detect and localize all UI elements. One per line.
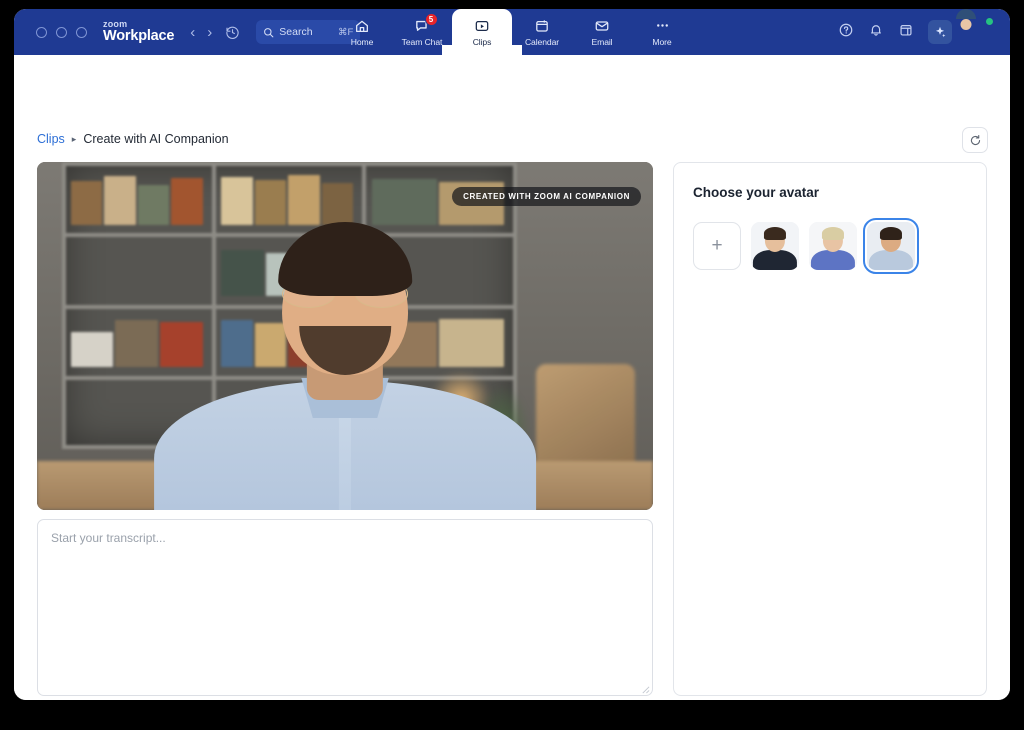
- calendar-icon: [534, 17, 550, 34]
- add-avatar-button[interactable]: +: [693, 222, 741, 270]
- page-title: Create with AI Companion: [83, 132, 228, 146]
- tab-team-chat-label: Team Chat: [402, 37, 443, 47]
- navigation-arrows: ‹ ›: [190, 25, 212, 40]
- tab-calendar-label: Calendar: [525, 37, 559, 47]
- avatar-video-preview[interactable]: CREATED WITH ZOOM AI COMPANION: [37, 162, 653, 510]
- avatar-person: [154, 204, 536, 510]
- avatar-option-3[interactable]: [867, 222, 915, 270]
- history-button[interactable]: [225, 25, 240, 40]
- history-clock-icon: [225, 25, 240, 40]
- window-traffic-lights[interactable]: [36, 27, 87, 38]
- avatar-panel-title: Choose your avatar: [693, 185, 967, 200]
- breadcrumb-separator: ▸: [72, 134, 77, 145]
- zoom-workplace-window: zoom Workplace ‹ › Search ⌘F: [14, 9, 1010, 700]
- tab-calendar[interactable]: Calendar: [512, 9, 572, 55]
- help-icon[interactable]: [838, 22, 854, 43]
- tab-email-label: Email: [592, 37, 613, 47]
- tab-more-label: More: [652, 37, 671, 47]
- status-badge: [985, 17, 994, 26]
- ellipsis-icon: [654, 17, 671, 34]
- breadcrumb: Clips ▸ Create with AI Companion: [37, 132, 229, 146]
- avatar-option-2[interactable]: [809, 222, 857, 270]
- transcript-input[interactable]: [37, 519, 653, 696]
- refresh-icon: [969, 134, 982, 147]
- app-brand: zoom Workplace: [103, 20, 174, 44]
- back-button[interactable]: ‹: [190, 25, 195, 40]
- tab-clips[interactable]: Clips: [452, 9, 512, 55]
- search-icon: [263, 27, 274, 38]
- tab-home[interactable]: Home: [332, 9, 392, 55]
- avatar-option-1[interactable]: [751, 222, 799, 270]
- search-placeholder: Search: [279, 26, 333, 38]
- maximize-window-button[interactable]: [76, 27, 87, 38]
- ai-companion-icon[interactable]: [928, 20, 952, 44]
- forward-button[interactable]: ›: [207, 25, 212, 40]
- clips-play-icon: [474, 17, 490, 34]
- envelope-icon: [594, 17, 610, 34]
- plus-icon: +: [711, 235, 722, 257]
- tab-more[interactable]: More: [632, 9, 692, 55]
- preview-scene: [37, 162, 653, 510]
- main-tabs: Home 5 Team Chat: [332, 9, 692, 55]
- titlebar-right-icons: [838, 19, 992, 45]
- tab-email[interactable]: Email: [572, 9, 632, 55]
- title-bar: zoom Workplace ‹ › Search ⌘F: [14, 9, 1010, 55]
- chat-bubble-icon: 5: [414, 17, 431, 34]
- avatar-chooser-panel: Choose your avatar +: [673, 162, 987, 696]
- close-window-button[interactable]: [36, 27, 47, 38]
- team-chat-badge: 5: [425, 13, 438, 26]
- tab-clips-label: Clips: [473, 37, 492, 47]
- clips-create-page: Clips ▸ Create with AI Companion: [14, 55, 1010, 700]
- brand-workplace-text: Workplace: [103, 29, 174, 44]
- notifications-bell-icon[interactable]: [868, 22, 884, 43]
- home-icon: [354, 17, 370, 34]
- tab-home-label: Home: [351, 37, 374, 47]
- workspace-reservation-icon[interactable]: [898, 22, 914, 43]
- ai-companion-watermark: CREATED WITH ZOOM AI COMPANION: [452, 187, 641, 206]
- breadcrumb-clips-link[interactable]: Clips: [37, 132, 65, 146]
- avatar[interactable]: [966, 19, 992, 45]
- avatar-options-row: +: [693, 222, 967, 270]
- refresh-button[interactable]: [962, 127, 988, 153]
- minimize-window-button[interactable]: [56, 27, 67, 38]
